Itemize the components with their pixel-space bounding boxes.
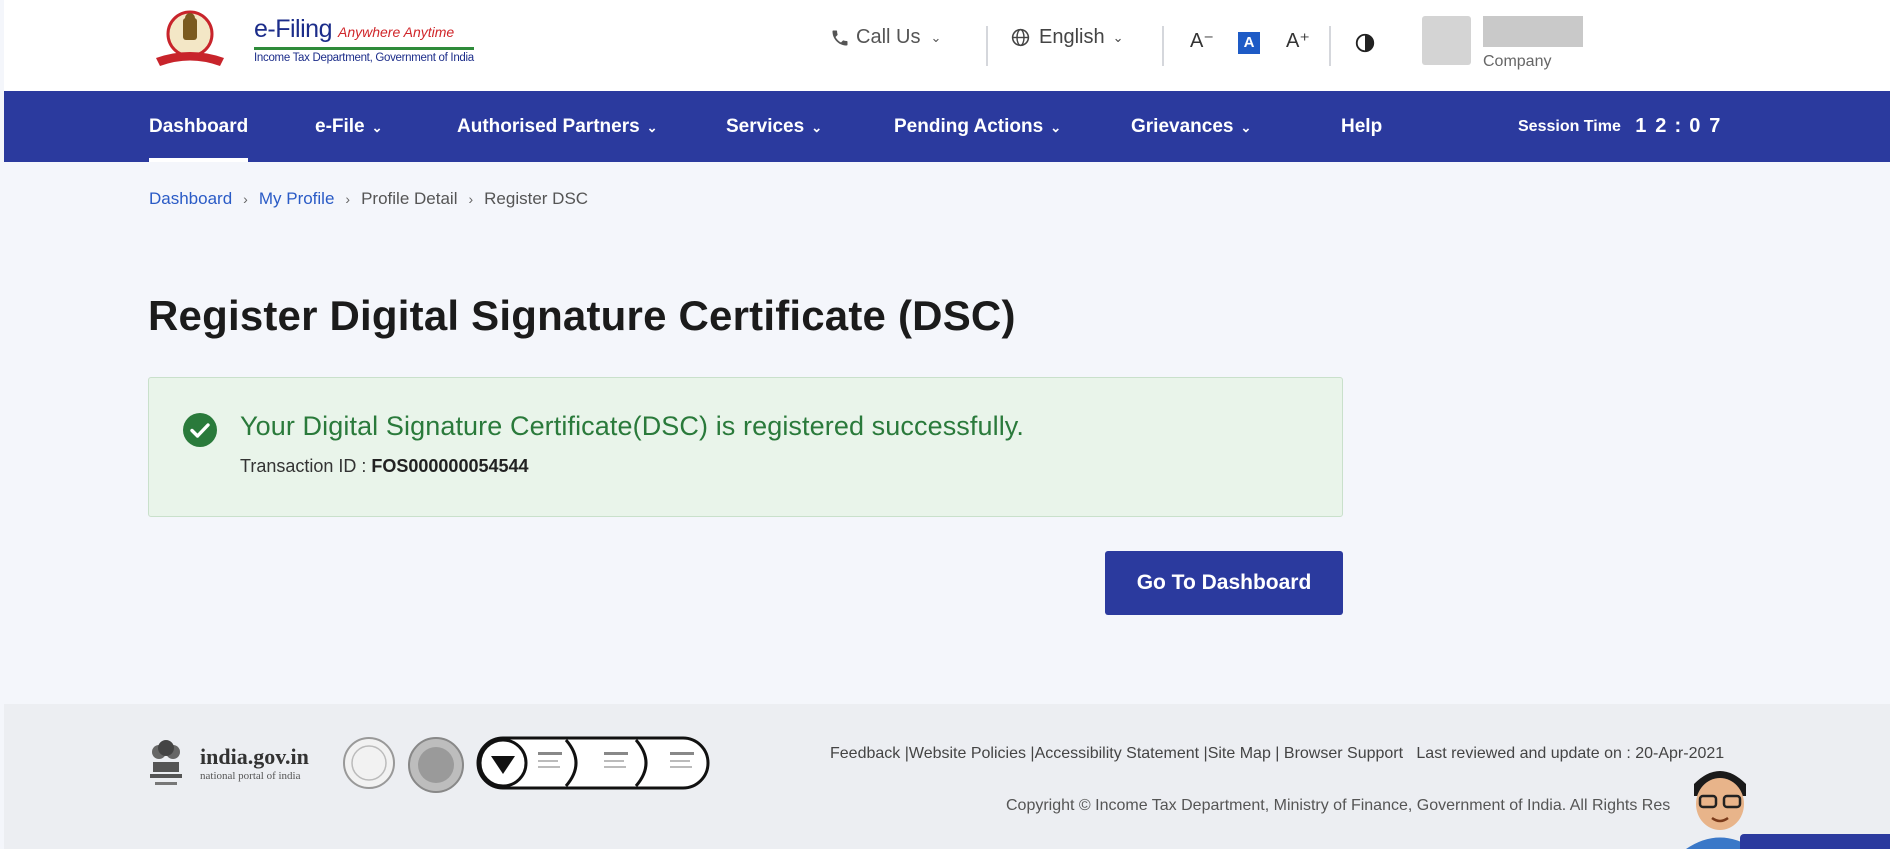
call-us-label: Call Us (856, 26, 921, 48)
success-message: Your Digital Signature Certificate(DSC) … (240, 411, 1025, 441)
department-name: Income Tax Department, Government of Ind… (254, 46, 474, 64)
iso-certification-icon (476, 736, 710, 790)
go-to-dashboard-button[interactable]: Go To Dashboard (1105, 551, 1343, 615)
nav-label: Authorised Partners (457, 116, 640, 137)
nav-services[interactable]: Services ⌄ (726, 91, 822, 162)
feedback-link[interactable]: Feedback (830, 745, 900, 762)
call-us-dropdown[interactable]: Call Us ⌄ (830, 26, 941, 49)
nav-label: Help (1341, 116, 1383, 137)
chevron-down-icon: ⌄ (930, 29, 942, 45)
nav-authorised-partners[interactable]: Authorised Partners ⌄ (457, 91, 658, 162)
contrast-toggle-icon[interactable] (1354, 32, 1376, 54)
transaction-id-label: Transaction ID : (240, 456, 372, 476)
website-policies-link[interactable]: Website Policies (909, 745, 1026, 762)
session-separator: : (1674, 115, 1682, 137)
nav-pending-actions[interactable]: Pending Actions ⌄ (894, 91, 1061, 162)
session-digit: 2 (1655, 115, 1667, 137)
breadcrumb-current: Register DSC (484, 189, 589, 208)
chat-widget-bar[interactable] (1740, 834, 1890, 849)
user-role: Company (1483, 53, 1552, 70)
cqw-certification-icon (343, 737, 395, 789)
header-divider (1329, 26, 1331, 66)
nav-label: e-File (315, 116, 365, 137)
avatar[interactable] (1422, 16, 1471, 65)
decrease-font-button[interactable]: A⁻ (1190, 28, 1214, 53)
chevron-down-icon: ⌄ (646, 120, 658, 135)
entrust-seal-icon (408, 737, 464, 793)
nav-label: Dashboard (149, 116, 249, 137)
breadcrumb-profile-detail: Profile Detail (361, 189, 458, 208)
site-map-link[interactable]: Site Map (1208, 745, 1271, 762)
nav-label: Grievances (1131, 116, 1234, 137)
nav-help[interactable]: Help (1341, 91, 1382, 162)
top-header: e-Filing Anywhere Anytime Income Tax Dep… (4, 0, 1890, 91)
session-timer: Session Time 1 2 : 0 7 (1518, 91, 1725, 162)
transaction-info: Transaction ID : FOS000000054544 (240, 456, 529, 477)
session-digit: 7 (1709, 115, 1721, 137)
breadcrumb-chevron-icon: › (468, 191, 474, 207)
page-title: Register Digital Signature Certificate (… (148, 292, 1016, 339)
default-font-button[interactable]: A (1238, 32, 1260, 54)
breadcrumb-chevron-icon: › (243, 191, 248, 207)
phone-icon (832, 30, 848, 45)
india-gov-subtitle: national portal of india (200, 770, 301, 782)
transaction-id-value: FOS000000054544 (371, 456, 529, 476)
nav-efile[interactable]: e-File ⌄ (315, 91, 383, 162)
nav-grievances[interactable]: Grievances ⌄ (1131, 91, 1251, 162)
breadcrumb-chevron-icon: › (345, 191, 351, 207)
success-alert: Your Digital Signature Certificate(DSC) … (148, 377, 1343, 517)
chevron-down-icon: ⌄ (1112, 29, 1124, 45)
browser-support-link[interactable]: Browser Support (1284, 745, 1403, 762)
ashoka-emblem-icon (150, 740, 182, 785)
brand-name: e-Filing (254, 14, 332, 43)
nav-dashboard[interactable]: Dashboard (149, 91, 249, 162)
main-nav: Dashboard e-File ⌄ Authorised Partners ⌄ S… (4, 91, 1890, 162)
last-reviewed-text: Last reviewed and update on : 20-Apr-202… (1416, 745, 1725, 762)
header-divider (986, 26, 988, 66)
nav-label: Pending Actions (894, 116, 1044, 137)
india-gov-link[interactable]: india.gov.in national portal of india (200, 744, 309, 782)
brand-tagline: Anywhere Anytime (337, 23, 455, 40)
breadcrumb-my-profile-link[interactable]: My Profile (259, 189, 335, 209)
increase-font-button[interactable]: A⁺ (1286, 28, 1310, 53)
national-emblem-icon (156, 10, 224, 66)
india-gov-name: india.gov.in (200, 744, 309, 769)
nav-label: Services (726, 116, 805, 137)
accessibility-statement-link[interactable]: Accessibility Statement (1035, 745, 1200, 762)
language-dropdown[interactable]: English ⌄ (1010, 26, 1124, 49)
chevron-down-icon: ⌄ (1050, 120, 1062, 135)
efiling-logo[interactable]: e-Filing Anywhere Anytime Income Tax Dep… (150, 6, 474, 72)
copyright-text: Copyright © Income Tax Department, Minis… (1006, 797, 1671, 814)
chevron-down-icon: ⌄ (371, 120, 383, 135)
session-time-label: Session Time (1518, 117, 1621, 135)
language-label: English (1039, 26, 1105, 48)
check-circle-icon (183, 413, 217, 447)
chevron-down-icon: ⌄ (1240, 120, 1252, 135)
footer-links: Feedback |Website Policies |Accessibilit… (830, 745, 1725, 762)
breadcrumb-dashboard-link[interactable]: Dashboard (149, 189, 232, 209)
chevron-down-icon: ⌄ (811, 120, 823, 135)
session-digit: 0 (1689, 115, 1701, 137)
globe-icon (1011, 28, 1030, 47)
header-divider (1162, 26, 1164, 66)
breadcrumb: Dashboard › My Profile › Profile Detail … (149, 189, 588, 209)
user-name-redacted (1483, 16, 1583, 47)
session-digit: 1 (1635, 115, 1647, 137)
